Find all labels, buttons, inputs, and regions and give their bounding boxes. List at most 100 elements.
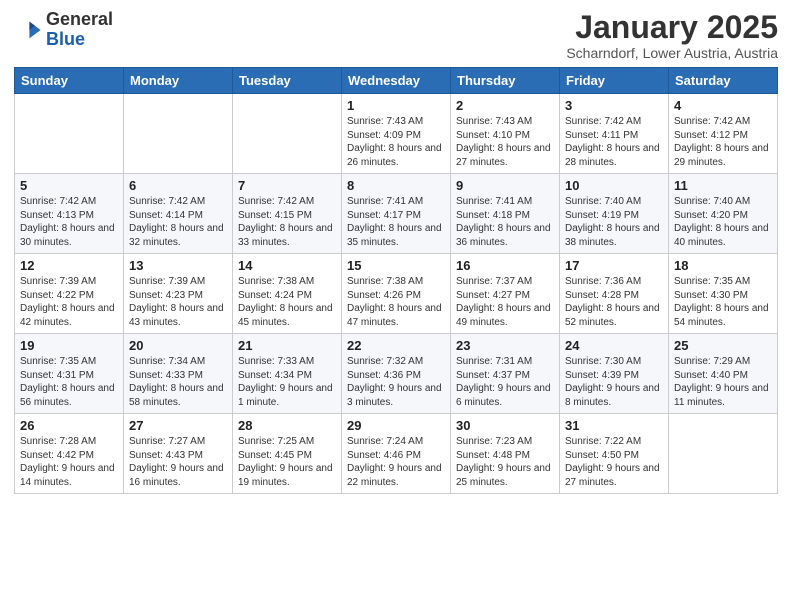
col-header-monday: Monday [124,68,233,94]
calendar-table: SundayMondayTuesdayWednesdayThursdayFrid… [14,67,778,494]
day-number: 21 [238,338,336,353]
day-cell: 16Sunrise: 7:37 AM Sunset: 4:27 PM Dayli… [451,254,560,334]
day-cell: 1Sunrise: 7:43 AM Sunset: 4:09 PM Daylig… [342,94,451,174]
day-number: 6 [129,178,227,193]
location: Scharndorf, Lower Austria, Austria [566,45,778,61]
day-number: 24 [565,338,663,353]
day-info: Sunrise: 7:23 AM Sunset: 4:48 PM Dayligh… [456,435,554,489]
day-info: Sunrise: 7:39 AM Sunset: 4:23 PM Dayligh… [129,275,227,329]
day-cell: 20Sunrise: 7:34 AM Sunset: 4:33 PM Dayli… [124,334,233,414]
day-cell: 9 Sunrise: 7:41 AM Sunset: 4:18 PM Daylig… [451,174,560,254]
day-cell: 21 Sunrise: 7:33 AM Sunset: 4:34 PM Dayli… [233,334,342,414]
logo-general: General [46,10,113,30]
day-cell: 7 Sunrise: 7:42 AM Sunset: 4:15 PM Daylig… [233,174,342,254]
day-cell [15,94,124,174]
page: General Blue January 2025 Scharndorf, Lo… [0,0,792,508]
day-cell: 11Sunrise: 7:40 AM Sunset: 4:20 PM Dayli… [669,174,778,254]
day-number: 14 [238,258,336,273]
col-header-sunday: Sunday [15,68,124,94]
col-header-saturday: Saturday [669,68,778,94]
logo: General Blue [14,10,113,50]
day-cell: 5 Sunrise: 7:42 AM Sunset: 4:13 PM Daylig… [15,174,124,254]
col-header-wednesday: Wednesday [342,68,451,94]
day-info: Sunrise: 7:30 AM Sunset: 4:39 PM Dayligh… [565,355,663,409]
day-info: Sunrise: 7:22 AM Sunset: 4:50 PM Dayligh… [565,435,663,489]
day-cell: 18Sunrise: 7:35 AM Sunset: 4:30 PM Dayli… [669,254,778,334]
day-info: Sunrise: 7:41 AM Sunset: 4:17 PM Dayligh… [347,195,445,249]
day-info: Sunrise: 7:38 AM Sunset: 4:26 PM Dayligh… [347,275,445,329]
day-info: Sunrise: 7:27 AM Sunset: 4:43 PM Dayligh… [129,435,227,489]
day-info: Sunrise: 7:43 AM Sunset: 4:10 PM Dayligh… [456,115,554,169]
day-cell: 15 Sunrise: 7:38 AM Sunset: 4:26 PM Dayli… [342,254,451,334]
day-info: Sunrise: 7:31 AM Sunset: 4:37 PM Dayligh… [456,355,554,409]
day-number: 27 [129,418,227,433]
day-number: 28 [238,418,336,433]
day-number: 16 [456,258,554,273]
day-number: 4 [674,98,772,113]
day-info: Sunrise: 7:35 AM Sunset: 4:31 PM Dayligh… [20,355,118,409]
day-info: Sunrise: 7:38 AM Sunset: 4:24 PM Dayligh… [238,275,336,329]
day-cell: 6 Sunrise: 7:42 AM Sunset: 4:14 PM Daylig… [124,174,233,254]
week-row-3: 12Sunrise: 7:39 AM Sunset: 4:22 PM Dayli… [15,254,778,334]
day-cell: 2 Sunrise: 7:43 AM Sunset: 4:10 PM Daylig… [451,94,560,174]
day-number: 22 [347,338,445,353]
day-cell: 12Sunrise: 7:39 AM Sunset: 4:22 PM Dayli… [15,254,124,334]
day-number: 3 [565,98,663,113]
day-cell: 8 Sunrise: 7:41 AM Sunset: 4:17 PM Daylig… [342,174,451,254]
day-info: Sunrise: 7:41 AM Sunset: 4:18 PM Dayligh… [456,195,554,249]
logo-icon [14,16,42,44]
day-cell: 27 Sunrise: 7:27 AM Sunset: 4:43 PM Dayli… [124,414,233,494]
day-number: 2 [456,98,554,113]
week-row-1: 1Sunrise: 7:43 AM Sunset: 4:09 PM Daylig… [15,94,778,174]
day-cell: 17Sunrise: 7:36 AM Sunset: 4:28 PM Dayli… [560,254,669,334]
day-number: 1 [347,98,445,113]
day-cell: 23Sunrise: 7:31 AM Sunset: 4:37 PM Dayli… [451,334,560,414]
day-number: 5 [20,178,118,193]
logo-blue: Blue [46,30,113,50]
week-row-4: 19 Sunrise: 7:35 AM Sunset: 4:31 PM Dayli… [15,334,778,414]
day-info: Sunrise: 7:40 AM Sunset: 4:20 PM Dayligh… [674,195,772,249]
day-info: Sunrise: 7:33 AM Sunset: 4:34 PM Dayligh… [238,355,336,409]
day-cell: 14 Sunrise: 7:38 AM Sunset: 4:24 PM Dayli… [233,254,342,334]
day-cell: 31 Sunrise: 7:22 AM Sunset: 4:50 PM Dayli… [560,414,669,494]
day-cell [233,94,342,174]
day-number: 19 [20,338,118,353]
day-info: Sunrise: 7:40 AM Sunset: 4:19 PM Dayligh… [565,195,663,249]
day-number: 13 [129,258,227,273]
logo-text: General Blue [46,10,113,50]
day-number: 30 [456,418,554,433]
day-cell: 4Sunrise: 7:42 AM Sunset: 4:12 PM Daylig… [669,94,778,174]
day-cell: 22Sunrise: 7:32 AM Sunset: 4:36 PM Dayli… [342,334,451,414]
day-cell: 26Sunrise: 7:28 AM Sunset: 4:42 PM Dayli… [15,414,124,494]
title-block: January 2025 Scharndorf, Lower Austria, … [566,10,778,61]
col-header-thursday: Thursday [451,68,560,94]
day-info: Sunrise: 7:28 AM Sunset: 4:42 PM Dayligh… [20,435,118,489]
day-cell: 29Sunrise: 7:24 AM Sunset: 4:46 PM Dayli… [342,414,451,494]
day-cell [669,414,778,494]
day-cell: 24 Sunrise: 7:30 AM Sunset: 4:39 PM Dayli… [560,334,669,414]
day-cell: 10 Sunrise: 7:40 AM Sunset: 4:19 PM Dayli… [560,174,669,254]
day-number: 29 [347,418,445,433]
day-number: 8 [347,178,445,193]
day-info: Sunrise: 7:42 AM Sunset: 4:15 PM Dayligh… [238,195,336,249]
day-number: 20 [129,338,227,353]
day-number: 9 [456,178,554,193]
day-info: Sunrise: 7:42 AM Sunset: 4:14 PM Dayligh… [129,195,227,249]
col-header-friday: Friday [560,68,669,94]
col-header-tuesday: Tuesday [233,68,342,94]
day-number: 25 [674,338,772,353]
day-number: 18 [674,258,772,273]
day-info: Sunrise: 7:42 AM Sunset: 4:13 PM Dayligh… [20,195,118,249]
day-number: 10 [565,178,663,193]
day-cell [124,94,233,174]
day-info: Sunrise: 7:42 AM Sunset: 4:11 PM Dayligh… [565,115,663,169]
day-number: 31 [565,418,663,433]
day-cell: 28Sunrise: 7:25 AM Sunset: 4:45 PM Dayli… [233,414,342,494]
week-row-5: 26Sunrise: 7:28 AM Sunset: 4:42 PM Dayli… [15,414,778,494]
day-info: Sunrise: 7:36 AM Sunset: 4:28 PM Dayligh… [565,275,663,329]
day-number: 15 [347,258,445,273]
week-row-2: 5 Sunrise: 7:42 AM Sunset: 4:13 PM Daylig… [15,174,778,254]
day-number: 7 [238,178,336,193]
month-title: January 2025 [566,10,778,45]
day-cell: 30 Sunrise: 7:23 AM Sunset: 4:48 PM Dayli… [451,414,560,494]
